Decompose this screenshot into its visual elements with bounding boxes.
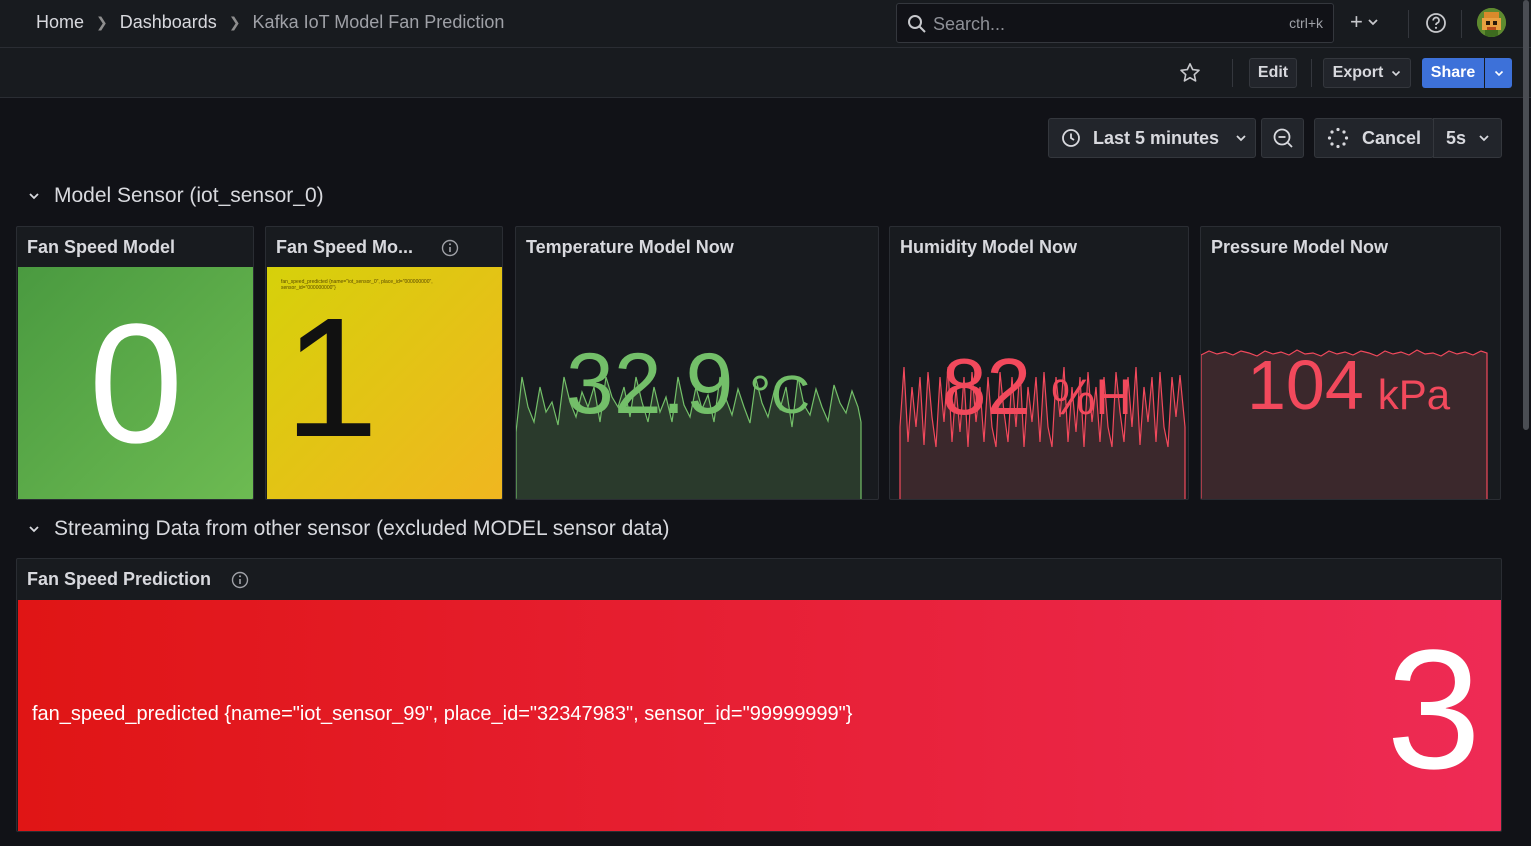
breadcrumb-dashboards[interactable]: Dashboards: [120, 12, 217, 33]
panel-title-text: Fan Speed Mo...: [276, 237, 414, 257]
top-navbar: Home ❯ Dashboards ❯ Kafka IoT Model Fan …: [0, 0, 1531, 48]
stat-unit: °C: [749, 365, 810, 425]
panel-fan-speed-model[interactable]: Fan Speed Model 0: [16, 226, 254, 500]
panel-title: Fan Speed Prediction: [27, 569, 249, 590]
breadcrumb-home[interactable]: Home: [36, 12, 84, 33]
panel-title-text: Fan Speed Model: [27, 237, 176, 257]
cancel-label: Cancel: [1362, 127, 1422, 148]
time-range-label: Last 5 minutes: [1093, 127, 1220, 148]
divider: [1461, 10, 1462, 38]
clock-icon: [1062, 129, 1080, 147]
zoom-out-icon: [1273, 128, 1293, 148]
chevron-down-icon: [29, 526, 39, 533]
panel-humidity[interactable]: Humidity Model Now 82 %H: [889, 226, 1189, 500]
search-icon: [908, 15, 926, 33]
panel-title: Fan Speed Mo...: [276, 237, 459, 258]
stat-value: 104: [1247, 346, 1364, 424]
panel-pressure[interactable]: Pressure Model Now 104 kPa: [1200, 226, 1501, 500]
time-range-picker[interactable]: Last 5 minutes: [1048, 118, 1256, 158]
chevron-right-icon: ❯: [96, 14, 108, 30]
chevron-down-icon: [29, 193, 39, 200]
scrollbar[interactable]: [1523, 0, 1529, 430]
divider: [1232, 59, 1233, 87]
info-icon[interactable]: [231, 571, 249, 589]
chevron-down-icon: [1392, 70, 1401, 77]
row-title: Streaming Data from other sensor (exclud…: [54, 517, 670, 540]
share-dropdown-button[interactable]: [1485, 58, 1512, 88]
export-label: Export: [1332, 64, 1384, 81]
breadcrumb-current: Kafka IoT Model Fan Prediction: [252, 12, 505, 32]
search-placeholder: Search...: [933, 14, 1006, 34]
row-title: Model Sensor (iot_sensor_0): [54, 184, 324, 207]
stat-value: 0: [88, 288, 184, 479]
stat-value-group: 82 %H: [942, 341, 1132, 433]
breadcrumb: Home ❯ Dashboards ❯ Kafka IoT Model Fan …: [36, 12, 504, 33]
chevron-down-icon: [1236, 135, 1246, 142]
chevron-right-icon: ❯: [228, 14, 241, 30]
panel-temperature[interactable]: Temperature Model Now 32.9 °C: [515, 226, 879, 500]
stat-value: 32.9: [566, 336, 734, 432]
stat-value: 1: [284, 283, 379, 473]
divider: [1408, 10, 1409, 38]
search-shortcut: ctrl+k: [1289, 15, 1323, 31]
avatar[interactable]: [1477, 8, 1506, 37]
stat-value-group: 32.9 °C: [566, 335, 810, 434]
dashboard-toolbar: Edit Export Share: [0, 48, 1531, 98]
panel-fan-speed-model-2[interactable]: Fan Speed Mo... fan_speed_predicted {nam…: [265, 226, 503, 500]
info-icon[interactable]: [441, 239, 459, 257]
edit-button[interactable]: Edit: [1249, 58, 1297, 88]
plus-icon: +: [1350, 9, 1363, 34]
divider: [1311, 59, 1312, 87]
panel-title-text: Fan Speed Prediction: [27, 569, 212, 589]
refresh-interval-label: 5s: [1446, 127, 1467, 148]
row-header-streaming-data[interactable]: Streaming Data from other sensor (exclud…: [28, 517, 670, 541]
export-button[interactable]: Export: [1323, 58, 1411, 88]
row-header-model-sensor[interactable]: Model Sensor (iot_sensor_0): [28, 184, 324, 208]
chevron-down-icon: [1479, 135, 1489, 142]
search-input[interactable]: Search... ctrl+k: [896, 3, 1334, 43]
panel-title: Fan Speed Model: [27, 237, 175, 258]
star-icon[interactable]: [1178, 61, 1202, 85]
refresh-interval-picker[interactable]: 5s: [1433, 118, 1502, 158]
chevron-down-icon: [1494, 70, 1503, 77]
add-new-button[interactable]: +: [1350, 11, 1379, 33]
cancel-refresh-button[interactable]: Cancel: [1314, 118, 1434, 158]
stat-unit: %H: [1050, 369, 1132, 425]
stat-unit: kPa: [1377, 371, 1451, 418]
panel-fan-speed-prediction[interactable]: Fan Speed Prediction fan_speed_predicted…: [16, 558, 1502, 832]
stat-value: 82: [942, 342, 1031, 431]
stat-value: 3: [1386, 615, 1481, 805]
share-button[interactable]: Share: [1422, 58, 1484, 88]
stat-series-label: fan_speed_predicted {name="iot_sensor_99…: [32, 703, 853, 725]
spinner-icon: [1327, 127, 1349, 149]
chevron-down-icon: [1368, 19, 1378, 26]
stat-value-group: 104 kPa: [1247, 345, 1450, 425]
help-icon[interactable]: [1425, 12, 1447, 34]
zoom-out-button[interactable]: [1261, 118, 1304, 158]
